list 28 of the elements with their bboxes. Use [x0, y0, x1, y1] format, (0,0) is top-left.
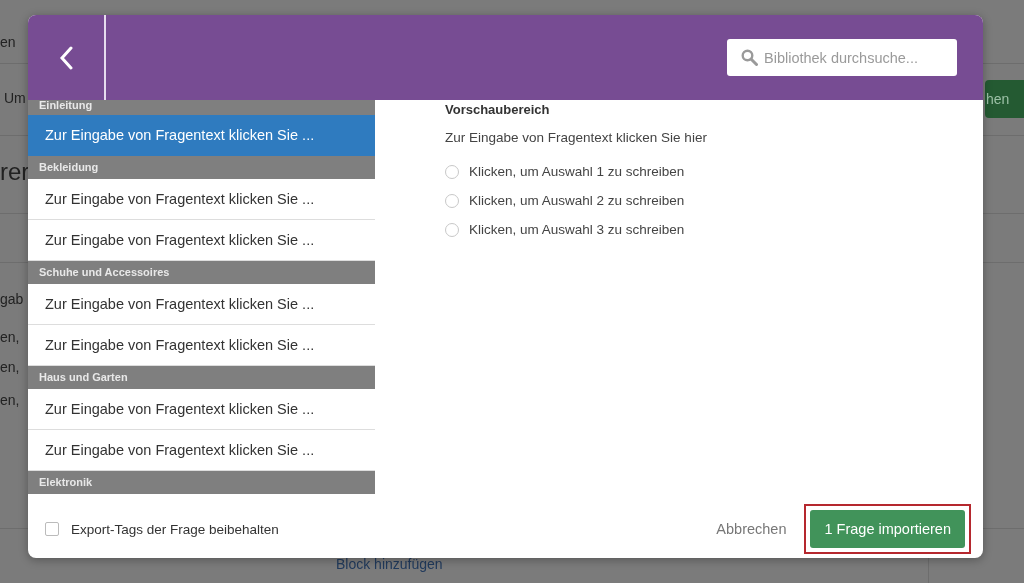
page-text: en, — [0, 329, 20, 345]
cancel-button[interactable]: Abbrechen — [710, 520, 793, 538]
category-header: Einleitung — [28, 100, 375, 115]
question-text: Zur Eingabe von Fragentext klicken Sie hier — [445, 130, 707, 145]
back-icon — [59, 45, 73, 70]
checkbox-label: Export-Tags der Frage beibehalten — [71, 521, 279, 537]
category-header: Haus und Garten — [28, 366, 375, 389]
page-text: en — [0, 34, 16, 50]
page-text: en, — [0, 359, 20, 375]
checkbox[interactable] — [45, 522, 59, 536]
choice-label: Klicken, um Auswahl 1 zu schreiben — [469, 164, 685, 179]
category-header: Elektronik — [28, 471, 375, 494]
save-button[interactable]: hen — [985, 80, 1024, 118]
question-item[interactable]: Zur Eingabe von Fragentext klicken Sie ... — [28, 179, 375, 220]
category-header: Bekleidung — [28, 156, 375, 179]
question-item[interactable]: Zur Eingabe von Fragentext klicken Sie ... — [28, 115, 375, 156]
choice-label: Klicken, um Auswahl 3 zu schreiben — [469, 222, 685, 237]
page-text: en, — [0, 392, 20, 408]
page-heading: rer — [0, 158, 30, 186]
question-item[interactable]: Zur Eingabe von Fragentext klicken Sie ... — [28, 284, 375, 325]
import-button[interactable]: 1 Frage importieren — [810, 510, 965, 548]
page-text: Um — [4, 90, 26, 106]
question-item[interactable]: Zur Eingabe von Fragentext klicken Sie ... — [28, 389, 375, 430]
preview-title: Vorschaubereich — [445, 102, 551, 117]
page-text: gab — [0, 291, 24, 307]
category-header: Schuhe und Accessoires — [28, 261, 375, 284]
choice-label: Klicken, um Auswahl 2 zu schreiben — [469, 193, 685, 208]
search-field[interactable]: Bibliothek durchsuche... — [727, 39, 957, 76]
